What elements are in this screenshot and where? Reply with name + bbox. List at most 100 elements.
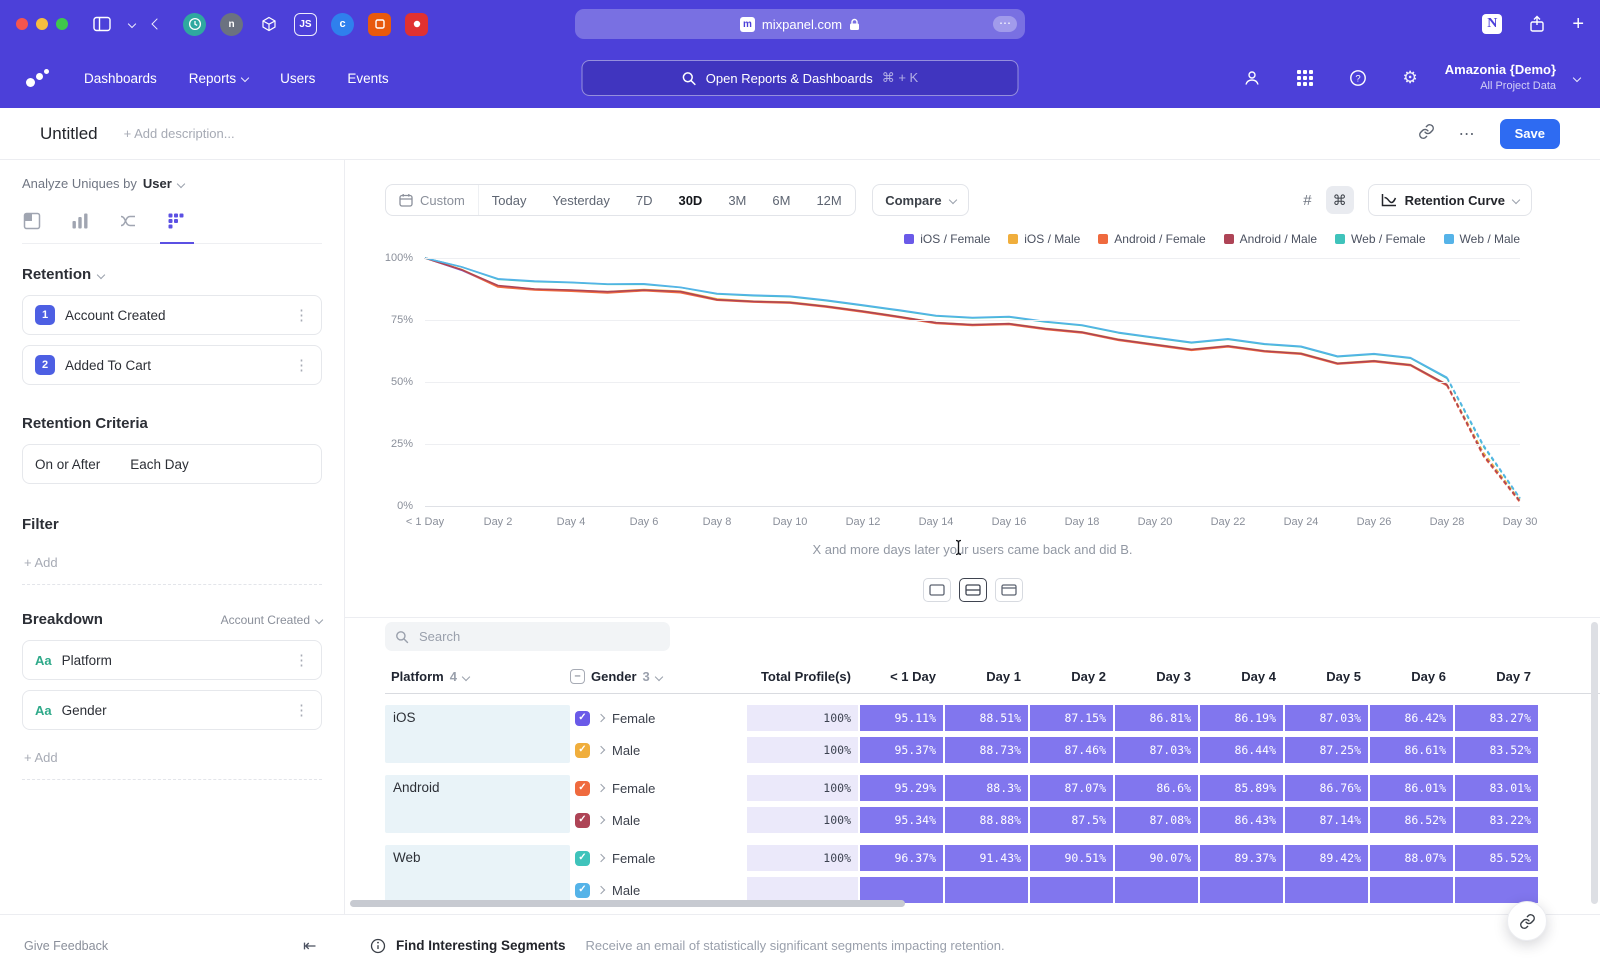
nav-item-users[interactable]: Users bbox=[280, 71, 315, 86]
new-tab-icon[interactable]: + bbox=[1572, 14, 1584, 34]
clock-extension-icon[interactable] bbox=[183, 13, 206, 36]
chevron-right-icon[interactable] bbox=[597, 784, 605, 792]
legend-item[interactable]: Web / Male bbox=[1444, 232, 1520, 246]
red-extension-icon[interactable] bbox=[405, 13, 428, 36]
date-option-7d[interactable]: 7D bbox=[623, 185, 666, 215]
legend-item[interactable]: Android / Male bbox=[1224, 232, 1317, 246]
global-search[interactable]: Open Reports & Dashboards ⌘ + K bbox=[582, 60, 1019, 96]
js-extension-icon[interactable]: JS bbox=[294, 13, 317, 36]
date-option-today[interactable]: Today bbox=[479, 185, 540, 215]
nav-item-events[interactable]: Events bbox=[347, 71, 388, 86]
chevron-right-icon[interactable] bbox=[597, 816, 605, 824]
table-search-input[interactable] bbox=[417, 628, 647, 645]
mixpanel-logo[interactable] bbox=[26, 68, 50, 88]
retention-step-2[interactable]: 2 Added To Cart ⋮ bbox=[22, 345, 322, 385]
kebab-menu-icon[interactable]: ⋮ bbox=[294, 306, 309, 324]
chevron-right-icon[interactable] bbox=[597, 886, 605, 894]
command-shortcut-icon[interactable]: ⌘ bbox=[1326, 186, 1354, 214]
report-title[interactable]: Untitled bbox=[40, 124, 98, 144]
more-options-icon[interactable]: ⋯ bbox=[1459, 124, 1476, 144]
view-table-only-button[interactable] bbox=[995, 578, 1023, 602]
retention-section-heading[interactable]: Retention bbox=[22, 266, 322, 283]
nav-item-dashboards[interactable]: Dashboards bbox=[84, 71, 157, 86]
copy-link-icon[interactable] bbox=[1418, 123, 1435, 145]
step-label[interactable]: Added To Cart bbox=[65, 358, 294, 373]
date-option-custom[interactable]: Custom bbox=[386, 185, 479, 215]
table-search[interactable] bbox=[385, 622, 670, 651]
tab-insights[interactable] bbox=[22, 211, 42, 231]
settings-gear-icon[interactable]: ⚙ bbox=[1403, 68, 1418, 88]
chevron-right-icon[interactable] bbox=[597, 746, 605, 754]
retention-criteria-row[interactable]: On or After Each Day bbox=[22, 444, 322, 484]
chart-type-select[interactable]: Retention Curve bbox=[1368, 184, 1532, 216]
window-controls[interactable] bbox=[16, 18, 68, 30]
gender-column-header[interactable]: – Gender 3 bbox=[570, 669, 747, 684]
gender-checkbox[interactable]: ✓ bbox=[575, 883, 590, 898]
nav-item-reports[interactable]: Reports bbox=[189, 71, 248, 86]
date-option-6m[interactable]: 6M bbox=[759, 185, 803, 215]
gender-checkbox[interactable]: ✓ bbox=[575, 711, 590, 726]
breakdown-scope-select[interactable]: Account Created bbox=[221, 613, 322, 627]
legend-item[interactable]: iOS / Male bbox=[1008, 232, 1080, 246]
zoom-window-icon[interactable] bbox=[56, 18, 68, 30]
criteria-interval-select[interactable]: Each Day bbox=[130, 457, 189, 472]
package-extension-icon[interactable] bbox=[257, 13, 280, 36]
legend-item[interactable]: iOS / Female bbox=[904, 232, 990, 246]
n-extension-icon[interactable]: n bbox=[220, 13, 243, 36]
kebab-menu-icon[interactable]: ⋮ bbox=[294, 651, 309, 669]
breakdown-platform[interactable]: Aa Platform ⋮ bbox=[22, 640, 322, 680]
gender-checkbox[interactable]: ✓ bbox=[575, 743, 590, 758]
address-bar[interactable]: m mixpanel.com ⋯ bbox=[575, 9, 1025, 39]
retention-step-1[interactable]: 1 Account Created ⋮ bbox=[22, 295, 322, 335]
apps-grid-icon[interactable] bbox=[1297, 70, 1313, 86]
breakdown-label[interactable]: Platform bbox=[62, 653, 294, 668]
analyze-value[interactable]: User bbox=[143, 176, 172, 191]
compare-button[interactable]: Compare bbox=[872, 184, 968, 216]
collapse-sidebar-icon[interactable]: ⇤ bbox=[303, 936, 316, 956]
annotations-icon[interactable]: # bbox=[1303, 192, 1311, 209]
legend-item[interactable]: Android / Female bbox=[1098, 232, 1205, 246]
help-icon[interactable]: ? bbox=[1349, 69, 1367, 87]
save-button[interactable]: Save bbox=[1500, 119, 1560, 149]
find-interesting-segments[interactable]: Find Interesting Segments Receive an ema… bbox=[370, 938, 1005, 954]
tab-flows[interactable] bbox=[118, 211, 138, 231]
close-window-icon[interactable] bbox=[16, 18, 28, 30]
gender-select-all-checkbox[interactable]: – bbox=[570, 669, 585, 684]
gender-checkbox[interactable]: ✓ bbox=[575, 851, 590, 866]
tab-funnels[interactable] bbox=[70, 211, 90, 231]
c-extension-icon[interactable]: c bbox=[331, 13, 354, 36]
orange-extension-icon[interactable] bbox=[368, 13, 391, 36]
minimize-window-icon[interactable] bbox=[36, 18, 48, 30]
back-icon[interactable] bbox=[153, 20, 161, 28]
step-label[interactable]: Account Created bbox=[65, 308, 294, 323]
breakdown-gender[interactable]: Aa Gender ⋮ bbox=[22, 690, 322, 730]
breakdown-label[interactable]: Gender bbox=[62, 703, 294, 718]
view-chart-only-button[interactable] bbox=[923, 578, 951, 602]
share-link-fab[interactable] bbox=[1507, 901, 1547, 941]
date-option-12m[interactable]: 12M bbox=[803, 185, 854, 215]
chevron-right-icon[interactable] bbox=[597, 714, 605, 722]
platform-column-header[interactable]: Platform 4 bbox=[385, 669, 570, 684]
date-option-30d[interactable]: 30D bbox=[665, 185, 715, 215]
date-option-3m[interactable]: 3M bbox=[715, 185, 759, 215]
url-more-button[interactable]: ⋯ bbox=[993, 16, 1017, 32]
profile-icon[interactable] bbox=[1243, 69, 1261, 87]
share-icon[interactable] bbox=[1529, 15, 1545, 33]
add-breakdown-button[interactable]: + Add bbox=[22, 740, 322, 780]
horizontal-scrollbar[interactable] bbox=[350, 900, 905, 907]
project-switcher[interactable]: Amazonia {Demo} All Project Data bbox=[1445, 62, 1556, 93]
date-option-yesterday[interactable]: Yesterday bbox=[540, 185, 623, 215]
vertical-scrollbar[interactable] bbox=[1591, 622, 1598, 904]
legend-item[interactable]: Web / Female bbox=[1335, 232, 1425, 246]
chevron-right-icon[interactable] bbox=[597, 854, 605, 862]
gender-checkbox[interactable]: ✓ bbox=[575, 781, 590, 796]
give-feedback-link[interactable]: Give Feedback bbox=[24, 939, 108, 953]
notion-icon[interactable]: N bbox=[1482, 14, 1502, 34]
gender-checkbox[interactable]: ✓ bbox=[575, 813, 590, 828]
browser-sidebar-toggle-icon[interactable] bbox=[93, 16, 111, 32]
chevron-down-icon[interactable] bbox=[129, 21, 135, 27]
add-filter-button[interactable]: + Add bbox=[22, 545, 322, 585]
add-description[interactable]: + Add description... bbox=[124, 126, 235, 141]
kebab-menu-icon[interactable]: ⋮ bbox=[294, 701, 309, 719]
view-chart-and-table-button[interactable] bbox=[959, 578, 987, 602]
